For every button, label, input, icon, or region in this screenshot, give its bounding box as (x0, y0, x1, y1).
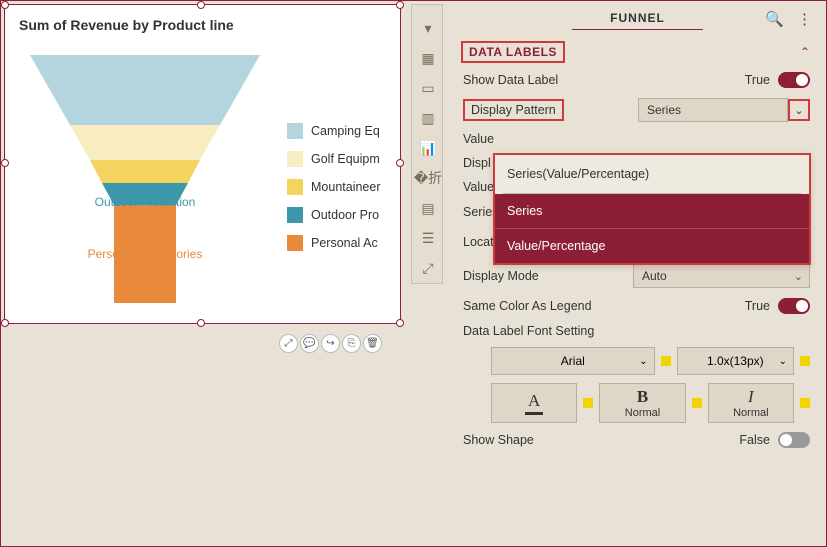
share-icon[interactable]: ↪ (321, 334, 340, 353)
dropdown-option[interactable]: Series(Value/Percentage) (503, 155, 801, 194)
color-indicator (661, 356, 671, 366)
label-font-setting: Data Label Font Setting (463, 324, 810, 338)
data-label-personal: Personal Accessories (88, 247, 203, 261)
column-chart-icon[interactable]: 📊 (412, 133, 444, 163)
dropdown-option[interactable]: Value/Percentage (495, 228, 809, 263)
label-show-data-label: Show Data Label (463, 73, 633, 87)
chart-title: Sum of Revenue by Product line (5, 5, 400, 33)
chart-legend: Camping Eq Golf Equipm Mountaineer Outdo… (287, 123, 381, 263)
display-pattern-dropdown: Series(Value/Percentage) Series Value/Pe… (493, 153, 811, 265)
more-icon[interactable]: ⋮ (797, 10, 812, 28)
chart-canvas[interactable]: Sum of Revenue by Product line Outdoor P… (4, 4, 401, 324)
margins-icon[interactable]: ▭ (412, 73, 444, 103)
label-display-pattern: Display Pattern (463, 99, 564, 121)
color-indicator (800, 398, 810, 408)
collapse-icon[interactable]: ⌃ (800, 45, 810, 59)
table-icon[interactable]: ▤ (412, 193, 444, 223)
select-font-family[interactable]: Arial⌄ (491, 347, 655, 375)
data-label-outdoor: Outdoor Protection 0.32/8.40 s (95, 195, 196, 223)
resize-handle[interactable] (396, 1, 404, 9)
legend-item: Personal Ac (287, 235, 381, 251)
color-indicator (583, 398, 593, 408)
fullscreen-icon[interactable]: ⤢ (412, 253, 444, 283)
properties-panel: FUNNEL 🔍 ⋮ DATA LABELS ⌃ Show Data Label… (451, 3, 824, 544)
legend-item: Camping Eq (287, 123, 381, 139)
font-style-button[interactable]: I Normal (708, 383, 794, 423)
bar-chart-icon[interactable]: ▥ (412, 103, 444, 133)
legend-item: Mountaineer (287, 179, 381, 195)
grid-icon[interactable]: ▦ (412, 43, 444, 73)
value-text: True (745, 299, 770, 313)
list-icon[interactable]: ☰ (412, 223, 444, 253)
resize-handle[interactable] (197, 319, 205, 327)
funnel-chart: Outdoor Protection 0.32/8.40 s Personal … (20, 55, 270, 315)
select-font-size[interactable]: 1.0x(13px)⌄ (677, 347, 794, 375)
filter-icon[interactable]: ▾ (412, 13, 444, 43)
chevron-down-icon[interactable]: ⌄ (788, 99, 810, 121)
resize-handle[interactable] (1, 319, 9, 327)
resize-handle[interactable] (1, 159, 9, 167)
sidebar-toolbar: ▾ ▦ ▭ ▥ 📊 �折 ▤ ☰ ⤢ (411, 4, 443, 284)
color-indicator (800, 356, 810, 366)
font-weight-button[interactable]: B Normal (599, 383, 685, 423)
value-text: False (739, 433, 770, 447)
font-color-button[interactable]: A (491, 383, 577, 423)
dropdown-option-selected[interactable]: Series (495, 194, 809, 228)
expand-icon[interactable]: ⤢ (279, 334, 298, 353)
select-display-mode[interactable]: Auto⌄ (633, 264, 810, 288)
chart-action-toolbar: ⤢ 💬 ↪ ⎘ 🗑 (279, 334, 382, 353)
panel-title: FUNNEL (572, 11, 703, 30)
legend-item: Outdoor Pro (287, 207, 381, 223)
delete-icon[interactable]: 🗑 (363, 334, 382, 353)
section-title: DATA LABELS (461, 41, 565, 63)
color-indicator (692, 398, 702, 408)
resize-handle[interactable] (197, 1, 205, 9)
resize-handle[interactable] (1, 1, 9, 9)
label-value: Value (463, 132, 633, 146)
select-display-pattern[interactable]: Series (638, 98, 788, 122)
search-icon[interactable]: 🔍 (765, 10, 784, 28)
toggle-same-color[interactable] (778, 298, 810, 314)
label-show-shape: Show Shape (463, 433, 633, 447)
label-display-mode: Display Mode (463, 269, 633, 283)
legend-item: Golf Equipm (287, 151, 381, 167)
resize-handle[interactable] (396, 159, 404, 167)
resize-handle[interactable] (396, 319, 404, 327)
line-chart-icon[interactable]: �折 (412, 163, 444, 193)
toggle-show-data-label[interactable] (778, 72, 810, 88)
toggle-show-shape[interactable] (778, 432, 810, 448)
value-text: True (745, 73, 770, 87)
comment-icon[interactable]: 💬 (300, 334, 319, 353)
label-same-color: Same Color As Legend (463, 299, 633, 313)
export-icon[interactable]: ⎘ (342, 334, 361, 353)
